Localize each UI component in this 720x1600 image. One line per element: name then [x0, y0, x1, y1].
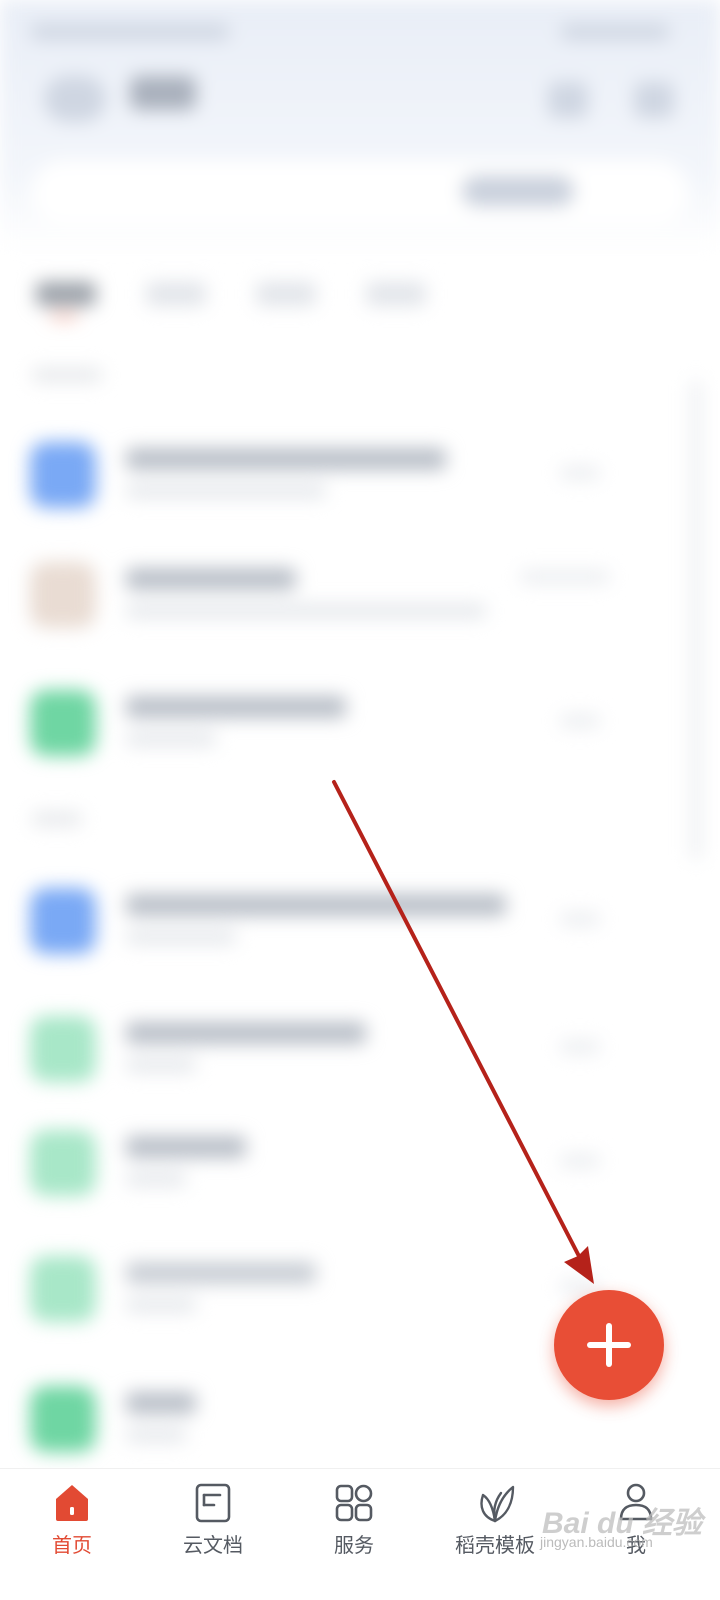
nav-label-cloud-docs: 云文档: [183, 1533, 243, 1557]
nav-label-services: 服务: [334, 1533, 374, 1557]
header-area: [0, 0, 720, 250]
nav-item-cloud-docs[interactable]: 云文档: [141, 1469, 285, 1600]
nav-label-home: 首页: [52, 1533, 92, 1557]
plus-icon: [587, 1323, 631, 1367]
add-fab-button[interactable]: [554, 1290, 664, 1400]
tab-bar: [0, 268, 720, 328]
nav-item-templates[interactable]: 稻壳模板: [423, 1469, 567, 1600]
nav-label-templates: 稻壳模板: [455, 1533, 535, 1557]
bottom-nav: 首页 云文档 服务 稻壳模板 我: [0, 1468, 720, 1600]
cloud-doc-icon: [195, 1483, 231, 1523]
nav-item-home[interactable]: 首页: [0, 1469, 144, 1600]
grid-apps-icon: [335, 1484, 373, 1522]
blurred-background: [0, 0, 720, 1500]
user-icon: [619, 1483, 653, 1521]
nav-item-me[interactable]: 我: [564, 1469, 708, 1600]
home-icon: [56, 1485, 88, 1521]
nav-label-me: 我: [626, 1533, 646, 1557]
leaf-template-icon: [480, 1485, 515, 1523]
nav-item-services[interactable]: 服务: [282, 1469, 426, 1600]
